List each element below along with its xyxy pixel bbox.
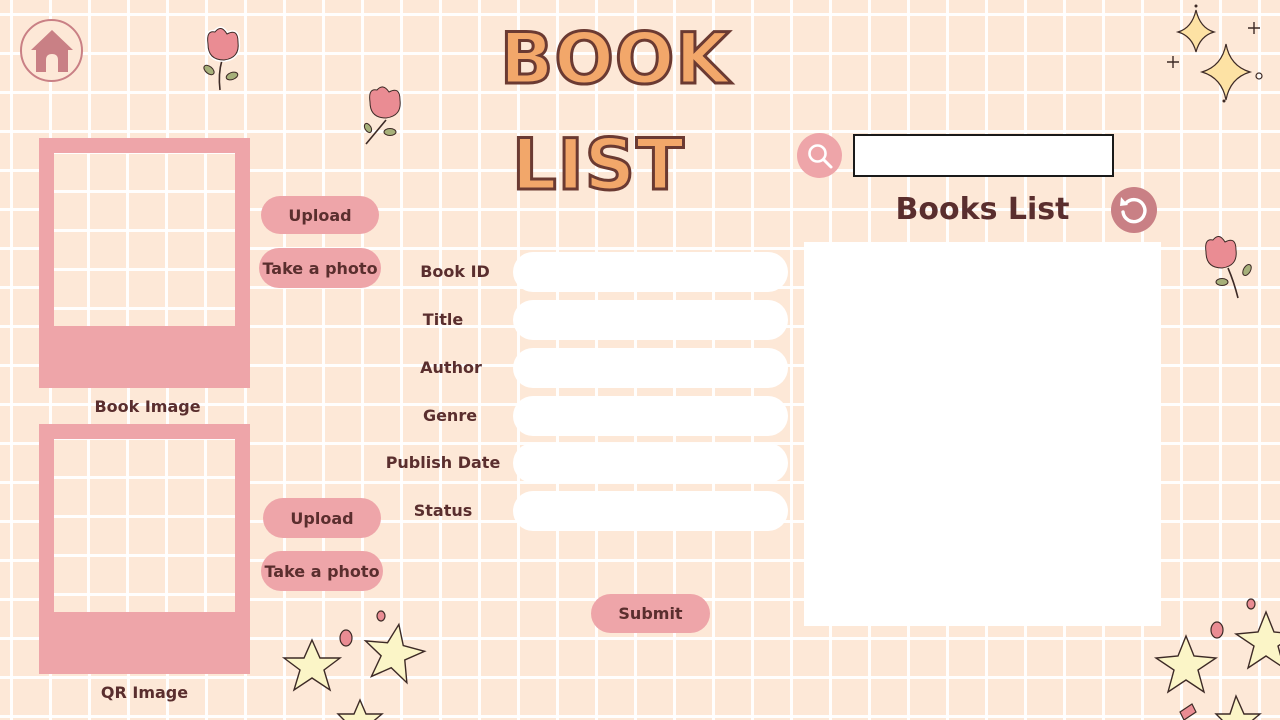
genre-label: Genre <box>422 406 478 425</box>
book-upload-button[interactable]: Upload <box>261 196 379 234</box>
title-label: Title <box>422 310 464 329</box>
home-icon <box>30 29 73 72</box>
refresh-button[interactable] <box>1111 187 1157 233</box>
submit-button[interactable]: Submit <box>591 594 710 633</box>
publish-date-input[interactable] <box>513 443 788 483</box>
book-image-caption: Book Image <box>94 397 201 416</box>
book-take-photo-button[interactable]: Take a photo <box>259 248 381 288</box>
book-id-label: Book ID <box>420 262 490 281</box>
book-id-input[interactable] <box>513 252 788 292</box>
publish-date-label: Publish Date <box>385 453 501 472</box>
author-input[interactable] <box>513 348 788 388</box>
search-input[interactable] <box>853 134 1114 177</box>
flower-decoration-icon <box>203 26 241 91</box>
author-label: Author <box>420 358 482 377</box>
refresh-icon <box>1120 197 1147 224</box>
book-image-preview <box>54 153 235 326</box>
title-input[interactable] <box>513 300 788 340</box>
sparkle-decoration-icon <box>1167 4 1263 103</box>
search-button[interactable] <box>797 133 842 178</box>
page-title-line1: BOOK <box>499 18 732 100</box>
books-list-heading: Books List <box>895 192 1070 227</box>
page-title-line2: LIST <box>511 124 686 206</box>
qr-upload-button[interactable]: Upload <box>263 498 381 538</box>
flower-decoration-icon <box>1205 236 1252 299</box>
books-list-panel[interactable] <box>804 242 1161 626</box>
star-decoration-icon <box>281 610 427 720</box>
flower-decoration-icon <box>363 86 401 145</box>
genre-input[interactable] <box>513 396 788 436</box>
search-icon <box>807 143 832 168</box>
status-label: Status <box>413 501 473 520</box>
star-decoration-icon <box>1153 598 1280 720</box>
qr-image-caption: QR Image <box>100 683 189 702</box>
status-input[interactable] <box>513 491 788 531</box>
book-image-frame <box>39 138 250 388</box>
qr-take-photo-button[interactable]: Take a photo <box>261 551 383 591</box>
qr-image-frame <box>39 424 250 674</box>
home-button[interactable] <box>20 19 83 82</box>
qr-image-preview <box>54 439 235 612</box>
